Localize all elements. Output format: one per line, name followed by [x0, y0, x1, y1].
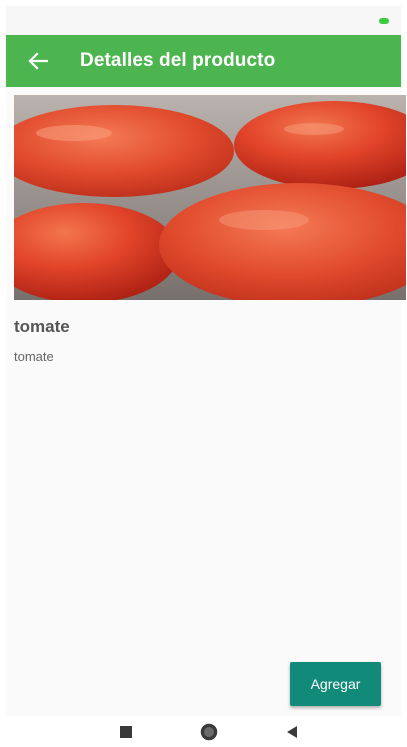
- recents-button[interactable]: [106, 716, 146, 747]
- back-button[interactable]: [16, 35, 60, 87]
- system-nav-bar: [6, 716, 401, 747]
- product-detail-content: tomate tomate Agregar: [6, 87, 406, 716]
- product-description: tomate: [14, 349, 54, 364]
- battery-icon: [379, 18, 389, 24]
- page-title: Detalles del producto: [80, 50, 276, 71]
- home-circle-icon: [200, 723, 218, 740]
- home-button[interactable]: [189, 716, 229, 747]
- product-name: tomate: [14, 317, 70, 336]
- app-bar: Detalles del producto: [6, 35, 401, 87]
- phone-screen: Detalles del producto tomate tomate Agre…: [0, 0, 407, 747]
- product-image: [14, 95, 406, 300]
- recents-square-icon: [120, 725, 132, 738]
- nav-back-button[interactable]: [272, 716, 312, 747]
- arrow-back-icon: [28, 52, 48, 70]
- add-button[interactable]: Agregar: [290, 662, 381, 706]
- back-triangle-icon: [287, 725, 297, 738]
- status-bar: [6, 6, 401, 35]
